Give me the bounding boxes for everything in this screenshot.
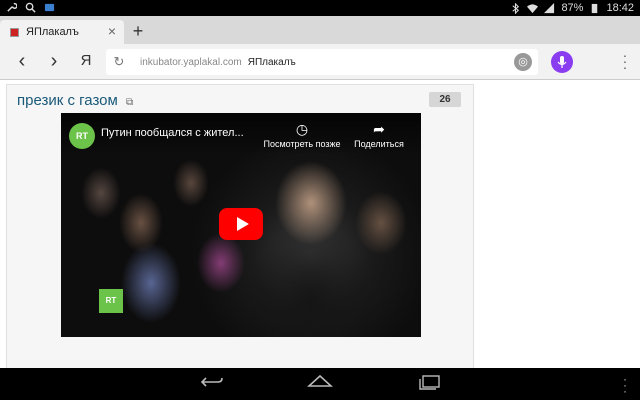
youtube-video-embed[interactable]: RT Путин пообщался с жител... ◷ Посмотре…: [61, 113, 421, 337]
comment-count-badge[interactable]: 26: [429, 92, 461, 107]
home-nav-button[interactable]: [305, 374, 335, 394]
microphone-icon: [557, 55, 567, 68]
voice-search-button[interactable]: [551, 51, 573, 73]
new-tab-button[interactable]: +: [128, 20, 148, 42]
reload-icon[interactable]: ↻: [106, 54, 132, 70]
status-left-icons: [6, 2, 55, 13]
post-card: презик с газом ⧉ 26 RT Путин пообщался с…: [6, 84, 474, 368]
rt-watermark: RT: [99, 289, 123, 313]
back-button[interactable]: ‹: [10, 50, 34, 74]
tab-yaplakal[interactable]: ЯПлакалъ ×: [0, 20, 124, 44]
android-screen: 87% 18:42 ЯПлакалъ × + ‹ › Я ↻ inkubator…: [0, 0, 640, 400]
copy-icon[interactable]: ⧉: [126, 97, 133, 108]
share-arrow-icon: ➦: [373, 121, 385, 137]
battery-icon: [592, 3, 598, 13]
video-header: RT Путин пообщался с жител... ◷ Посмотре…: [61, 113, 421, 155]
tab-title: ЯПлакалъ: [26, 26, 79, 38]
recents-nav-button[interactable]: [414, 374, 444, 394]
clock-icon: ◷: [295, 121, 309, 137]
back-nav-button[interactable]: [197, 374, 227, 394]
video-title[interactable]: Путин пообщался с жител...: [101, 127, 251, 139]
overflow-menu-icon[interactable]: · · ·: [620, 48, 630, 74]
nav-menu-icon[interactable]: · · ·: [610, 373, 640, 397]
watch-later-button[interactable]: ◷ Посмотреть позже: [259, 121, 345, 149]
favicon-icon: [10, 27, 19, 37]
system-nav-bar: · · ·: [0, 368, 640, 400]
bluetooth-icon: [512, 2, 520, 14]
status-bar: 87% 18:42: [0, 0, 640, 16]
play-button[interactable]: [219, 208, 263, 240]
wifi-icon: [527, 3, 539, 13]
close-tab-icon[interactable]: ×: [108, 23, 116, 39]
channel-avatar[interactable]: RT: [69, 123, 95, 149]
globe-icon[interactable]: ◎: [514, 53, 532, 71]
address-bar[interactable]: ↻ inkubator.yaplakal.com ЯПлакалъ ◎: [106, 49, 538, 75]
share-button[interactable]: ➦ Поделиться: [349, 121, 409, 149]
notification-icon: [44, 3, 55, 12]
search-icon: [25, 2, 36, 13]
forward-button[interactable]: ›: [42, 50, 66, 74]
recents-icon: [419, 375, 440, 390]
post-title-text: презик с газом: [17, 92, 118, 109]
yandex-button[interactable]: Я: [74, 50, 98, 74]
status-right-icons: 87% 18:42: [510, 2, 634, 14]
share-label: Поделиться: [354, 139, 404, 149]
signal-icon: [544, 2, 555, 13]
post-title-link[interactable]: презик с газом ⧉: [17, 92, 133, 109]
battery-percent: 87%: [561, 2, 584, 14]
play-icon: [236, 217, 249, 231]
browser-toolbar: ‹ › Я ↻ inkubator.yaplakal.com ЯПлакалъ …: [0, 44, 640, 80]
watch-later-label: Посмотреть позже: [263, 139, 341, 149]
url-site-name: ЯПлакалъ: [247, 56, 296, 68]
wrench-icon: [7, 2, 17, 12]
url-domain: inkubator.yaplakal.com: [140, 56, 242, 68]
home-icon: [306, 374, 334, 387]
back-arrow-icon: [200, 377, 223, 387]
tab-bar: ЯПлакалъ × +: [0, 16, 640, 44]
page-content: презик с газом ⧉ 26 RT Путин пообщался с…: [0, 80, 640, 368]
clock: 18:42: [606, 2, 634, 14]
